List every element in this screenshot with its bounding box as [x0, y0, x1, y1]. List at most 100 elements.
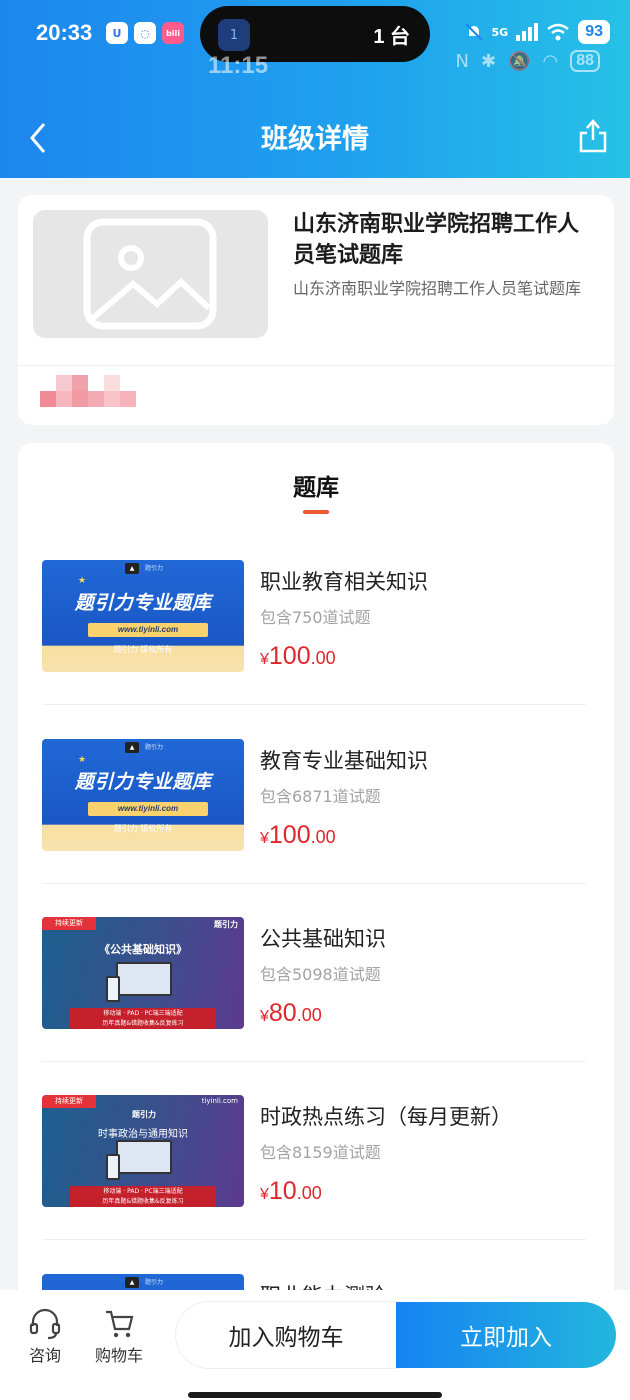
ghost-system-icons: N ✱ 🔕 ◠ 88 [455, 50, 600, 72]
price-integer: 100 [268, 821, 311, 849]
battery-level: 93 [578, 20, 610, 44]
mosaic-cell [72, 391, 88, 407]
mosaic-cell [120, 375, 136, 391]
join-now-button[interactable]: 立即加入 [396, 1302, 616, 1368]
thumb-site: tiyinli.com [201, 1097, 238, 1105]
thumb-logo-text: 题引力 [145, 1279, 164, 1286]
notification-icons: U ◌ bili [106, 22, 184, 44]
share-icon [579, 119, 607, 153]
thumb-brand: 题引力 [214, 920, 238, 929]
currency-symbol: ¥ [260, 651, 269, 668]
wifi-icon [547, 23, 569, 41]
question-bank-section: 题库 ★ ▲ 题引力 题引力专业题库 www.tiyinli.com 题引力 版… [18, 443, 614, 1343]
thumb-tag: 持续更新 [42, 1095, 96, 1108]
price-integer: 100 [268, 642, 311, 670]
ghost-battery: 88 [570, 50, 600, 72]
thumb-banner: 移动端 · PAD · PC端三端适配 历年真题&错题收集&反复练习 [70, 1186, 216, 1207]
star-icon: ★ [78, 576, 87, 586]
headset-icon [29, 1308, 61, 1340]
cart-tab[interactable]: 购物车 [84, 1308, 154, 1366]
divider [42, 1239, 586, 1240]
phone-icon [106, 1154, 120, 1180]
divider [42, 704, 586, 705]
banner-line: 移动端 · PAD · PC端三端适配 [103, 1188, 183, 1195]
item-price: ¥100.00 [260, 821, 336, 850]
item-cover-image: ★ ▲ 题引力 题引力专业题库 www.tiyinli.com 题引力 版权所有 [42, 560, 244, 672]
price-decimal: .00 [296, 1183, 322, 1203]
cart-tab-label: 购物车 [94, 1346, 143, 1365]
item-question-count: 包含8159道试题 [260, 1143, 381, 1162]
price-integer: 10 [268, 1177, 297, 1205]
status-time: 20:33 [36, 20, 93, 45]
chat-notification-icon: ◌ [134, 22, 156, 44]
thumb-subject: 《公共基础知识》 [99, 943, 187, 956]
price-decimal: .00 [310, 827, 336, 847]
class-info-card: 山东济南职业学院招聘工作人员笔试题库 山东济南职业学院招聘工作人员笔试题库 [18, 195, 614, 425]
mosaic-cell [120, 391, 136, 407]
item-name: 职业教育相关知识 [260, 570, 428, 594]
thumb-logo-text: 题引力 [145, 744, 164, 751]
thumb-logo-text: 题引力 [145, 565, 164, 572]
item-question-count: 包含750道试题 [260, 608, 371, 627]
divider [42, 1061, 586, 1062]
price-decimal: .00 [310, 648, 336, 668]
class-title: 山东济南职业学院招聘工作人员笔试题库 [293, 212, 580, 268]
price-integer: 80 [268, 999, 297, 1027]
section-title: 题库 [293, 475, 339, 501]
question-bank-item[interactable]: ★ ▲ 题引力 题引力专业题库 www.tiyinli.com 题引力 版权所有… [42, 739, 586, 917]
item-cover-image: 持续更新 题引力 tiyinli.com 时事政治与通用知识 移动端 · PAD… [42, 1095, 244, 1207]
thumb-url: www.tiyinli.com [88, 802, 208, 816]
currency-symbol: ¥ [260, 830, 269, 847]
thumb-headline: 题引力专业题库 [74, 592, 212, 614]
item-price: ¥80.00 [260, 999, 322, 1028]
currency-symbol: ¥ [260, 1008, 269, 1025]
mosaic-cell [56, 391, 72, 407]
question-bank-item[interactable]: 持续更新 题引力 tiyinli.com 时事政治与通用知识 移动端 · PAD… [42, 1095, 586, 1273]
thumb-subject: 时事政治与通用知识 [98, 1129, 188, 1140]
brand-logo-icon: ▲ [125, 742, 139, 753]
cast-device-count: 1 台 [373, 26, 410, 48]
cast-badge: 1 [229, 27, 239, 43]
banner-line: 历年真题&错题收集&反复练习 [102, 1198, 184, 1205]
brand-logo-icon: ▲ [125, 563, 139, 574]
item-cover-image: ★ ▲ 题引力 题引力专业题库 www.tiyinli.com 题引力 版权所有 [42, 739, 244, 851]
ghost-mute-icon: 🔕 [508, 50, 531, 72]
divider [42, 883, 586, 884]
monitor-icon [116, 1140, 172, 1174]
mosaic-cell [88, 375, 104, 391]
question-bank-item[interactable]: ★ ▲ 题引力 题引力专业题库 www.tiyinli.com 题引力 版权所有… [42, 560, 586, 738]
signal-icon [516, 23, 539, 41]
consult-tab[interactable]: 咨询 [10, 1308, 80, 1366]
ghost-nfc-icon: N [455, 50, 469, 72]
add-to-cart-button[interactable]: 加入购物车 [176, 1302, 426, 1368]
devices-illustration [106, 1140, 178, 1182]
page-title: 班级详情 [261, 124, 369, 155]
banner-line: 历年真题&错题收集&反复练习 [102, 1020, 184, 1027]
bilibili-notification-icon: bili [162, 22, 184, 44]
mosaic-cell [104, 375, 120, 391]
item-name: 时政热点练习（每月更新） [260, 1105, 512, 1129]
thumb-headline: 题引力专业题库 [74, 771, 212, 793]
thumb-rights: 题引力 版权所有 [113, 824, 173, 833]
section-title-underline [303, 510, 329, 514]
divider [18, 365, 614, 366]
brand-logo-icon: ▲ [125, 1277, 139, 1288]
star-icon: ★ [78, 755, 87, 765]
item-question-count: 包含5098道试题 [260, 965, 381, 984]
mosaic-cell [40, 391, 56, 407]
monitor-icon [116, 962, 172, 996]
devices-illustration [106, 962, 178, 1004]
currency-symbol: ¥ [260, 1186, 269, 1203]
ghost-bluetooth-icon: ✱ [480, 50, 497, 72]
system-icons: 5G 93 [464, 20, 610, 44]
app-notification-icon: U [106, 22, 128, 44]
thumb-rights: 题引力 版权所有 [113, 645, 173, 654]
question-bank-item[interactable]: 持续更新 题引力 《公共基础知识》 移动端 · PAD · PC端三端适配 历年… [42, 917, 586, 1095]
share-button[interactable] [578, 118, 608, 154]
price-decimal: .00 [296, 1005, 322, 1025]
class-cover-image [33, 210, 268, 338]
mosaic-cell [104, 391, 120, 407]
ghost-wifi-icon: ◠ [542, 50, 559, 72]
blurred-teacher-info [40, 375, 136, 407]
ghost-time: 11:15 [208, 52, 269, 79]
